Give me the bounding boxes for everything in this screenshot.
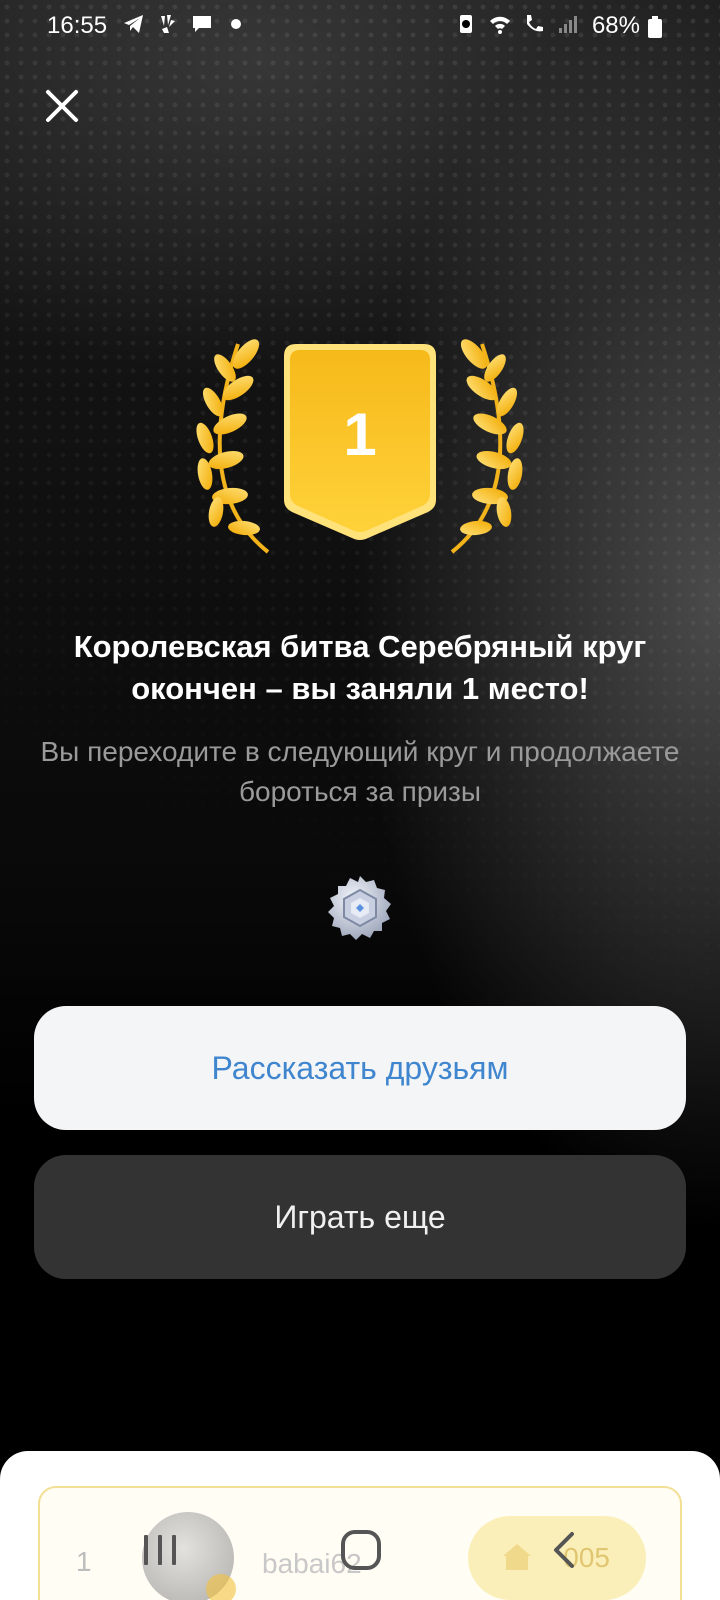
telegram-icon [124,15,143,33]
share-with-friends-button[interactable]: Рассказать друзьям [34,1006,686,1130]
pinwheel-icon [161,15,175,33]
battery-percentage: 68% [591,12,640,39]
recycle-icon [460,15,472,33]
result-subtitle: Вы переходите в следующий круг и продолж… [40,736,680,807]
silver-league-badge-icon [328,876,391,940]
place-number: 1 [343,401,377,468]
first-place-award: 1 [180,330,540,570]
status-right-icons [454,12,580,36]
volte-call-icon [527,15,543,32]
play-again-button[interactable]: Играть еще [34,1155,686,1279]
dot-icon [231,19,241,29]
leaderboard-rank: 1 [76,1546,92,1577]
battery-icon [648,16,662,38]
status-left-icons [122,12,248,36]
wifi-icon [490,16,510,34]
chat-bubble-icon [193,16,211,32]
back-icon[interactable] [548,1530,580,1570]
recents-icon[interactable] [140,1530,180,1570]
result-title: Королевская битва Серебряный круг оконче… [73,629,647,706]
home-score-icon [503,1544,531,1570]
close-icon[interactable] [40,84,84,128]
status-time: 16:55 [47,12,108,39]
signal-icon [559,16,577,33]
avatar-badge-icon [206,1574,236,1600]
home-icon[interactable] [338,1527,384,1573]
status-bar: 16:55 68% [0,0,720,52]
